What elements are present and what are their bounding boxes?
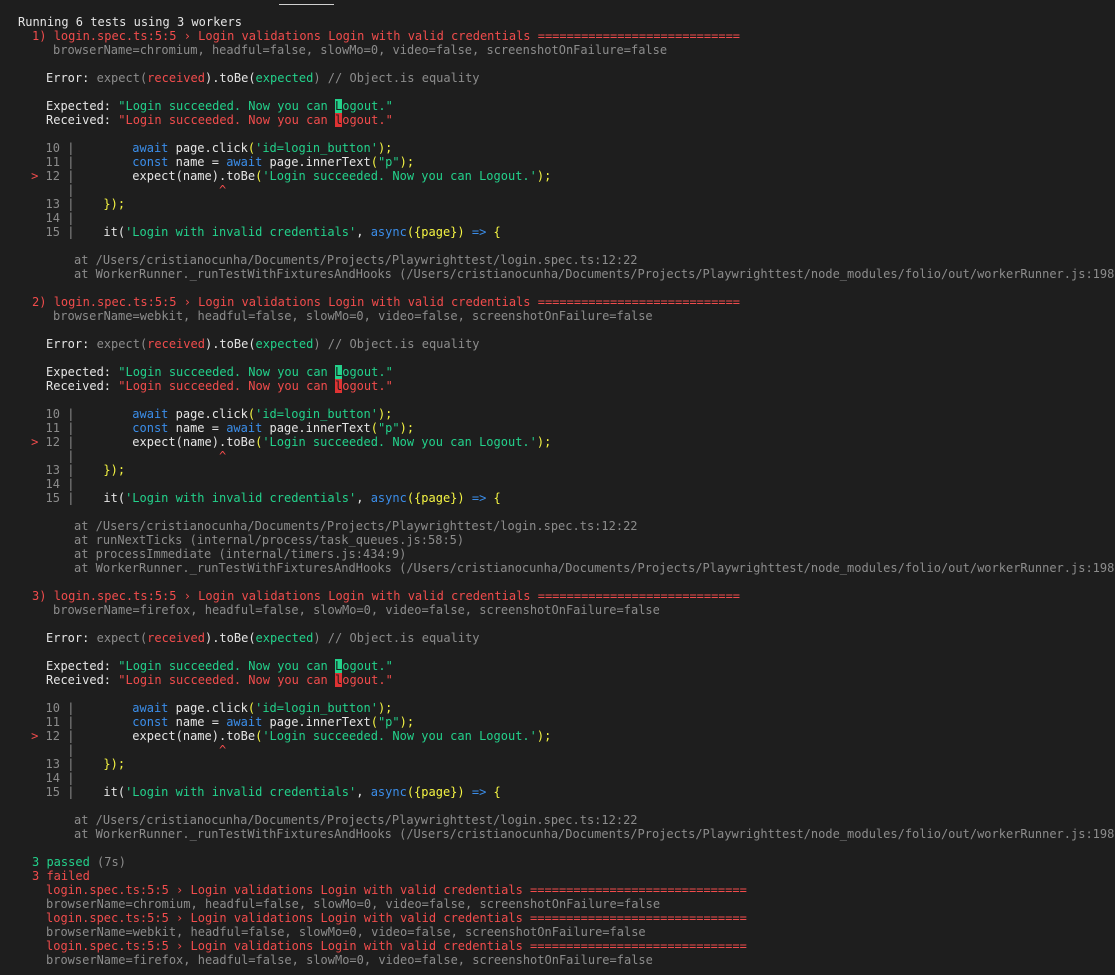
- failed-test-title: login.spec.ts:5:5 › Login validations Lo…: [46, 883, 747, 897]
- error-line: Error: expect(received).toBe(expected) /…: [46, 631, 480, 645]
- failed-summary-list: login.spec.ts:5:5 › Login validations Lo…: [18, 883, 1115, 967]
- received-line: Received: "Login succeeded. Now you can …: [46, 379, 393, 393]
- code-line: 15 | it('Login with invalid credentials'…: [45, 491, 501, 505]
- code-line: 10 | await page.click('id=login_button')…: [45, 407, 393, 421]
- code-line: 11 | const name = await page.innerText("…: [45, 715, 415, 729]
- failed-summary-item: login.spec.ts:5:5 › Login validations Lo…: [18, 939, 1115, 967]
- expected-line: Expected: "Login succeeded. Now you can …: [46, 99, 393, 113]
- code-line: 15 | it('Login with invalid credentials'…: [45, 225, 501, 239]
- failure-params: browserName=firefox, headful=false, slow…: [53, 603, 660, 617]
- passed-count: 3 passed (7s): [18, 855, 1115, 869]
- code-caret-line: | ^: [67, 183, 227, 197]
- failure-params: browserName=webkit, headful=false, slowM…: [53, 309, 653, 323]
- failed-test-title: login.spec.ts:5:5 › Login validations Lo…: [46, 939, 747, 953]
- failed-summary-item: login.spec.ts:5:5 › Login validations Lo…: [18, 883, 1115, 911]
- stack-frame: at processImmediate (internal/timers.js:…: [74, 547, 407, 561]
- code-line-error: > 12 | expect(name).toBe('Login succeede…: [31, 169, 552, 183]
- failure-test-name: login.spec.ts:5:5 › Login validations Lo…: [53, 29, 741, 43]
- stack-frame: at runNextTicks (internal/process/task_q…: [74, 533, 465, 547]
- failure-block: 1) login.spec.ts:5:5 › Login validations…: [18, 29, 1115, 295]
- failure-index: 1): [32, 29, 47, 43]
- failure-index: 3): [32, 589, 47, 603]
- error-arrow-icon: >: [31, 435, 39, 449]
- error-label: Error:: [46, 631, 90, 645]
- code-line-error: > 12 | expect(name).toBe('Login succeede…: [31, 435, 552, 449]
- code-caret-line: | ^: [67, 743, 227, 757]
- failed-summary-item: login.spec.ts:5:5 › Login validations Lo…: [18, 911, 1115, 939]
- code-line: 14 |: [45, 211, 75, 225]
- code-line: 15 | it('Login with invalid credentials'…: [45, 785, 501, 799]
- code-line: 11 | const name = await page.innerText("…: [45, 155, 415, 169]
- code-frame: 10 | await page.click('id=login_button')…: [18, 407, 1115, 505]
- code-frame: 10 | await page.click('id=login_button')…: [18, 141, 1115, 239]
- terminal-output: Running 6 tests using 3 workers 1) login…: [18, 15, 1115, 967]
- caret-icon: ^: [218, 183, 227, 197]
- code-line: 11 | const name = await page.innerText("…: [45, 421, 415, 435]
- received-line: Received: "Login succeeded. Now you can …: [46, 113, 393, 127]
- stack-frame: at /Users/cristianocunha/Documents/Proje…: [74, 253, 638, 267]
- error-line: Error: expect(received).toBe(expected) /…: [46, 71, 480, 85]
- expected-line: Expected: "Login succeeded. Now you can …: [46, 365, 393, 379]
- failure-block: 3) login.spec.ts:5:5 › Login validations…: [18, 589, 1115, 855]
- failure-params: browserName=chromium, headful=false, slo…: [53, 43, 668, 57]
- failure-block: 2) login.spec.ts:5:5 › Login validations…: [18, 295, 1115, 589]
- code-line: 10 | await page.click('id=login_button')…: [45, 141, 393, 155]
- stack-frame: at WorkerRunner._runTestWithFixturesAndH…: [74, 561, 1115, 575]
- stack-frame: at WorkerRunner._runTestWithFixturesAndH…: [74, 827, 1115, 841]
- failed-count: 3 failed: [32, 869, 90, 883]
- code-frame: 10 | await page.click('id=login_button')…: [18, 701, 1115, 799]
- failure-test-name: login.spec.ts:5:5 › Login validations Lo…: [53, 295, 741, 309]
- failed-test-params: browserName=chromium, headful=false, slo…: [46, 897, 661, 911]
- code-line: 14 |: [45, 771, 75, 785]
- expected-line: Expected: "Login succeeded. Now you can …: [46, 659, 393, 673]
- failed-test-title: login.spec.ts:5:5 › Login validations Lo…: [46, 911, 747, 925]
- stack-trace: at /Users/cristianocunha/Documents/Proje…: [18, 519, 1115, 575]
- error-arrow-icon: >: [31, 729, 39, 743]
- caret-icon: ^: [218, 449, 227, 463]
- stack-frame: at /Users/cristianocunha/Documents/Proje…: [74, 519, 638, 533]
- stack-frame: at WorkerRunner._runTestWithFixturesAndH…: [74, 267, 1115, 281]
- failure-title: 1) login.spec.ts:5:5 › Login validations…: [18, 29, 1115, 43]
- code-line-error: > 12 | expect(name).toBe('Login succeede…: [31, 729, 552, 743]
- top-divider: [279, 4, 334, 5]
- error-label: Error:: [46, 337, 90, 351]
- stack-trace: at /Users/cristianocunha/Documents/Proje…: [18, 253, 1115, 281]
- failure-list: 1) login.spec.ts:5:5 › Login validations…: [18, 29, 1115, 855]
- caret-icon: ^: [218, 743, 227, 757]
- code-caret-line: | ^: [67, 449, 227, 463]
- error-line: Error: expect(received).toBe(expected) /…: [46, 337, 480, 351]
- error-arrow-icon: >: [31, 169, 39, 183]
- code-line: 13 | });: [45, 757, 126, 771]
- stack-trace: at /Users/cristianocunha/Documents/Proje…: [18, 813, 1115, 841]
- error-label: Error:: [46, 71, 90, 85]
- duration: (7s): [89, 855, 126, 869]
- failure-title: 3) login.spec.ts:5:5 › Login validations…: [18, 589, 1115, 603]
- failed-test-params: browserName=firefox, headful=false, slow…: [46, 953, 653, 967]
- received-line: Received: "Login succeeded. Now you can …: [46, 673, 393, 687]
- code-line: 10 | await page.click('id=login_button')…: [45, 701, 393, 715]
- run-header: Running 6 tests using 3 workers: [18, 15, 242, 29]
- passed-label: 3 passed: [32, 855, 90, 869]
- code-line: 13 | });: [45, 197, 126, 211]
- failure-test-name: login.spec.ts:5:5 › Login validations Lo…: [53, 589, 741, 603]
- stack-frame: at /Users/cristianocunha/Documents/Proje…: [74, 813, 638, 827]
- failure-title: 2) login.spec.ts:5:5 › Login validations…: [18, 295, 1115, 309]
- failed-test-params: browserName=webkit, headful=false, slowM…: [46, 925, 646, 939]
- code-line: 13 | });: [45, 463, 126, 477]
- code-line: 14 |: [45, 477, 75, 491]
- failure-index: 2): [32, 295, 47, 309]
